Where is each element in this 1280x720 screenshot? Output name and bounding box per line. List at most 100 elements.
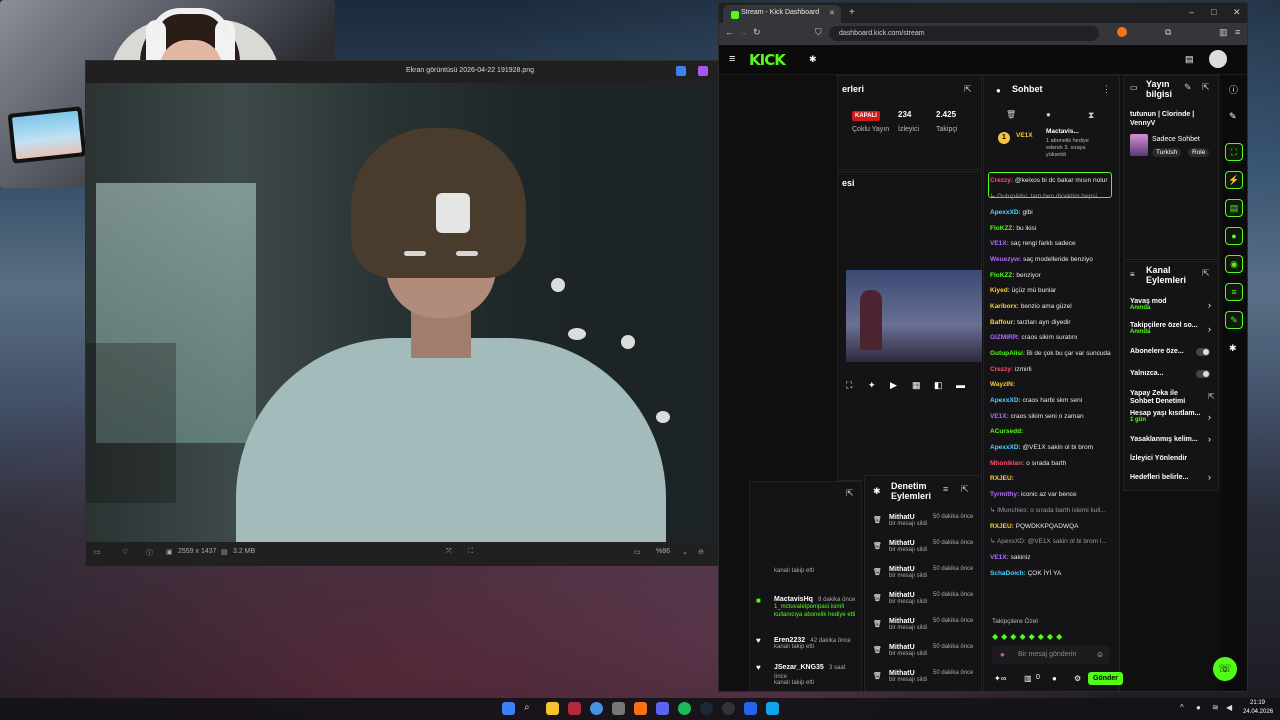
pin-icon[interactable]: ✱ xyxy=(809,54,817,65)
obs-icon[interactable] xyxy=(722,702,735,715)
pinned-rank-user[interactable]: VE1X xyxy=(1016,132,1033,139)
chat-rail-icon[interactable]: ● xyxy=(1225,227,1243,245)
chevron-right-icon[interactable]: › xyxy=(1208,472,1211,482)
info-popout-icon[interactable]: ⇱ xyxy=(1202,82,1210,93)
back-icon[interactable]: ← xyxy=(725,27,734,37)
chevron-right-icon[interactable]: › xyxy=(1208,434,1211,444)
chevron-right-icon[interactable]: › xyxy=(1208,300,1211,310)
chevron-down-icon[interactable]: ⌄ xyxy=(682,548,688,556)
favorite-icon[interactable]: ♡ xyxy=(122,548,128,556)
emoji-icon[interactable]: ☺ xyxy=(1096,650,1104,659)
volume-icon[interactable]: ◀ xyxy=(1226,703,1232,712)
settings-gear-icon[interactable]: ⚙ xyxy=(1074,674,1081,683)
trash-icon[interactable]: 🗑 xyxy=(1006,110,1016,119)
sparkle-icon[interactable]: ✦ xyxy=(868,380,876,391)
info-circle-icon[interactable]: ⓘ xyxy=(1229,83,1238,96)
camera-icon[interactable]: ▬ xyxy=(956,380,965,390)
chat-username[interactable]: RXJEU: xyxy=(990,475,1014,482)
chat-username[interactable]: VE1X: xyxy=(990,554,1009,561)
chat-settings-icon[interactable]: ● xyxy=(1046,110,1051,119)
crop-icon[interactable]: ⛶ xyxy=(468,548,473,556)
emote-bar[interactable]: ◆◆◆◆◆◆◆◆ xyxy=(992,632,1112,642)
chat-username[interactable]: Mhoniklan: xyxy=(990,460,1024,467)
puzzle-icon[interactable]: ✱ xyxy=(1229,343,1237,354)
bookmark-icon[interactable]: ⛉ xyxy=(815,27,822,38)
aspect-icon[interactable]: ▭ xyxy=(634,548,641,556)
clock-time[interactable]: 21:19 xyxy=(1250,700,1265,706)
mic-icon[interactable]: ● xyxy=(1000,650,1005,659)
shop-icon[interactable]: ▥ xyxy=(1024,674,1032,683)
chat-username[interactable]: Kiyed: xyxy=(990,287,1010,294)
app2-icon[interactable] xyxy=(744,702,757,715)
chat-username[interactable]: Baffour: xyxy=(990,319,1015,326)
window-maximize-icon[interactable]: □ xyxy=(1211,7,1216,17)
zoom-out-icon[interactable]: ⊖ xyxy=(698,548,704,556)
chat-username[interactable]: Tyrmithy: xyxy=(990,491,1019,498)
extensions-icon[interactable]: ⧉ xyxy=(1165,27,1171,38)
mic-tray-icon[interactable]: ● xyxy=(1196,703,1201,712)
mod-popout-icon[interactable]: ⇱ xyxy=(961,484,969,495)
pinned-user[interactable]: Mactavis... xyxy=(1046,128,1079,135)
chat-username[interactable]: ApexxXD: xyxy=(990,444,1021,451)
subscribers-only-toggle[interactable] xyxy=(1196,348,1210,356)
chat-username[interactable]: FloKZZ: xyxy=(990,272,1015,279)
chat-username[interactable]: SchaDoich: xyxy=(990,570,1026,577)
banned-words-item[interactable]: Yasaklanmış kelim... xyxy=(1130,436,1206,443)
more-icon[interactable]: ⋮ xyxy=(1102,84,1111,95)
mod-user[interactable]: MithatU xyxy=(889,644,915,651)
chat-input[interactable]: ● Bir mesaj gönderin ☺ xyxy=(992,646,1110,664)
ai-moderation-item[interactable]: Yapay Zeka ile Sohbet Denetimi xyxy=(1130,390,1194,405)
hamburger-icon[interactable]: ≡ xyxy=(729,53,735,65)
slow-mode-item[interactable]: Yavaş mod Anında xyxy=(1130,298,1167,311)
adobe-icon[interactable] xyxy=(568,702,581,715)
chat-username[interactable]: GIZMIRR: xyxy=(990,334,1020,341)
send-button[interactable]: Gönder xyxy=(1088,672,1123,685)
hourglass-icon[interactable]: ⧗ xyxy=(1088,110,1094,121)
chat-username[interactable]: ApexxXD: xyxy=(990,397,1021,404)
clipboard-icon[interactable]: ▤ xyxy=(1225,199,1243,217)
mod-user[interactable]: MithatU xyxy=(889,618,915,625)
brave-icon[interactable] xyxy=(634,702,647,715)
brave-shield-icon[interactable] xyxy=(1117,27,1127,37)
chat-username[interactable]: Weuezyw: xyxy=(990,256,1021,263)
edit-icon[interactable] xyxy=(676,66,686,76)
wrench-icon[interactable]: ✎ xyxy=(1225,311,1243,329)
window-minimize-icon[interactable]: – xyxy=(1189,7,1194,17)
discord-icon[interactable] xyxy=(656,702,669,715)
spotify-icon[interactable] xyxy=(678,702,691,715)
fit-icon[interactable]: ⤧ xyxy=(446,548,452,556)
start-icon[interactable] xyxy=(502,702,515,715)
mod-user[interactable]: MithatU xyxy=(889,592,915,599)
help-chat-icon[interactable]: ☏ xyxy=(1213,657,1237,681)
chat-username[interactable]: GutupAlisi: xyxy=(990,350,1025,357)
pencil-icon[interactable]: ✎ xyxy=(1229,111,1237,122)
photos-icon[interactable] xyxy=(766,702,779,715)
mod-user[interactable]: MithatU xyxy=(889,670,915,677)
tab-close-icon[interactable]: ✕ xyxy=(829,9,835,17)
chat-username[interactable]: VE1X: xyxy=(990,413,1009,420)
wifi-icon[interactable]: ≋ xyxy=(1212,703,1219,712)
chat-username[interactable]: FloKZZ: xyxy=(990,225,1015,232)
chart-icon[interactable]: ▦ xyxy=(912,380,921,391)
chat-options-icon[interactable]: ● xyxy=(1052,674,1057,683)
mod-user[interactable]: MithatU xyxy=(889,540,915,547)
account-age-item[interactable]: Hesap yaşı kısıtlam... 1 gün xyxy=(1130,410,1206,423)
zoom-level[interactable]: %86 xyxy=(656,548,670,555)
tray-arrow-icon[interactable]: ^ xyxy=(1180,703,1184,712)
steam-icon[interactable] xyxy=(700,702,713,715)
points-icon[interactable]: ✦∞ xyxy=(994,674,1006,683)
raid-item[interactable]: İzleyici Yönlendir xyxy=(1130,455,1187,462)
kick-logo[interactable]: KICK xyxy=(749,51,786,69)
chat-username[interactable]: Crezzy: xyxy=(990,177,1013,184)
external-link-icon[interactable]: ⇱ xyxy=(1208,392,1215,401)
followers-only-item[interactable]: Takipçilere özel so... Anında xyxy=(1130,322,1206,335)
chat-username[interactable]: Kariborx: xyxy=(990,303,1019,310)
chat-username[interactable]: Crezzy: xyxy=(990,366,1013,373)
chevron-right-icon[interactable]: › xyxy=(1208,412,1211,422)
only-toggle[interactable] xyxy=(1196,370,1210,378)
chat-username[interactable]: RXJEU: xyxy=(990,523,1014,530)
info-icon[interactable]: ⓘ xyxy=(146,548,153,558)
focus-icon[interactable]: ⛶ xyxy=(1225,143,1243,161)
clock-date[interactable]: 24.04.2026 xyxy=(1243,709,1273,715)
wallet-icon[interactable]: ▤ xyxy=(1185,54,1194,65)
